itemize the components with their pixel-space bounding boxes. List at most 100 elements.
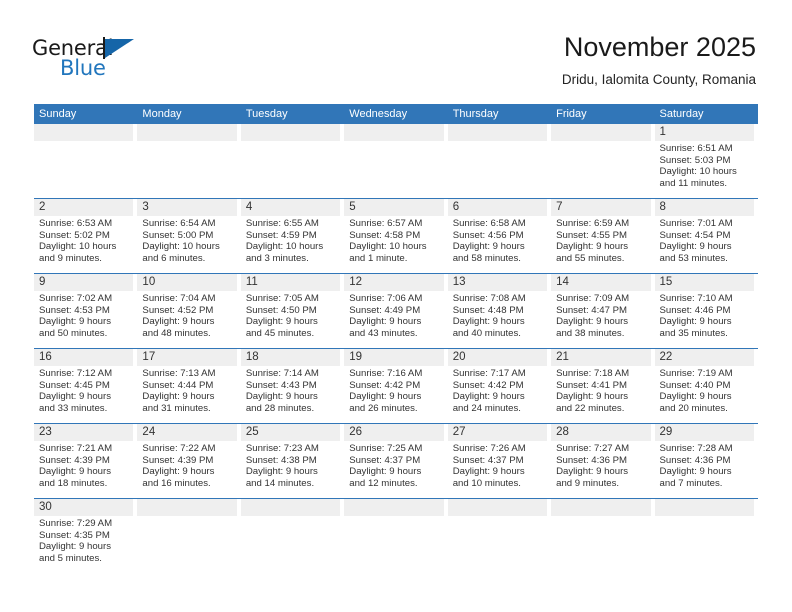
weekday-header-monday: Monday xyxy=(142,108,182,120)
sunrise-time: Sunrise: 7:16 AM xyxy=(349,368,423,379)
sunset-time: Sunset: 4:50 PM xyxy=(245,304,317,316)
day-number: 19 xyxy=(344,349,444,366)
day-number: 2 xyxy=(34,199,134,216)
daylight-duration-line1: Daylight: 9 hours xyxy=(142,316,215,328)
day-cell[interactable]: 28 Sunrise: 7:27 AM Sunset: 4:36 PM Dayligh… xyxy=(551,424,654,498)
day-details: Sunrise: 7:28 AM Sunset: 4:36 PM Daylight:… xyxy=(655,441,754,498)
day-number xyxy=(551,499,651,516)
day-number: 25 xyxy=(240,424,341,441)
day-cell[interactable]: 29 Sunrise: 7:28 AM Sunset: 4:36 PM Dayligh… xyxy=(654,424,758,498)
daylight-duration-line1: Daylight: 9 hours xyxy=(659,466,732,478)
day-cell[interactable]: 13 Sunrise: 7:08 AM Sunset: 4:48 PM Dayligh… xyxy=(447,274,551,348)
sunrise-time: Sunrise: 7:05 AM xyxy=(245,293,319,304)
day-cell[interactable]: 18 Sunrise: 7:14 AM Sunset: 4:43 PM Dayligh… xyxy=(240,349,344,423)
daylight-duration-line1: Daylight: 9 hours xyxy=(659,391,732,403)
day-cell[interactable]: 21 Sunrise: 7:18 AM Sunset: 4:41 PM Dayligh… xyxy=(551,349,654,423)
daylight-duration-line2: and 12 minutes. xyxy=(349,477,418,489)
daylight-duration-line1: Daylight: 10 hours xyxy=(349,241,427,253)
day-cell[interactable]: 4 Sunrise: 6:55 AM Sunset: 4:59 PM Daylight… xyxy=(240,199,344,273)
sunset-time: Sunset: 4:41 PM xyxy=(556,379,628,391)
day-cell[interactable]: 25 Sunrise: 7:23 AM Sunset: 4:38 PM Dayligh… xyxy=(240,424,344,498)
daylight-duration-line2: and 35 minutes. xyxy=(659,327,728,339)
sunrise-time: Sunrise: 7:06 AM xyxy=(349,293,423,304)
daylight-duration-line2: and 7 minutes. xyxy=(659,477,723,489)
daylight-duration-line2: and 9 minutes. xyxy=(39,252,102,264)
daylight-duration-line1: Daylight: 9 hours xyxy=(556,466,629,478)
day-cell[interactable]: 8 Sunrise: 7:01 AM Sunset: 4:54 PM Daylight… xyxy=(654,199,758,273)
day-details: Sunrise: 7:04 AM Sunset: 4:52 PM Daylight:… xyxy=(137,291,236,348)
day-cell[interactable]: 6 Sunrise: 6:58 AM Sunset: 4:56 PM Daylight… xyxy=(447,199,551,273)
sunset-time: Sunset: 4:37 PM xyxy=(452,454,524,466)
day-cell[interactable]: 10 Sunrise: 7:04 AM Sunset: 4:52 PM Dayligh… xyxy=(137,274,240,348)
day-cell[interactable]: 23 Sunrise: 7:21 AM Sunset: 4:39 PM Dayligh… xyxy=(34,424,137,498)
daylight-duration-line2: and 6 minutes. xyxy=(142,252,206,264)
day-cell[interactable]: 22 Sunrise: 7:19 AM Sunset: 4:40 PM Dayligh… xyxy=(654,349,758,423)
day-cell[interactable]: 3 Sunrise: 6:54 AM Sunset: 5:00 PM Daylight… xyxy=(137,199,240,273)
day-details: Sunrise: 7:27 AM Sunset: 4:36 PM Daylight:… xyxy=(551,441,650,498)
daylight-duration-line1: Daylight: 9 hours xyxy=(245,391,318,403)
sunset-time: Sunset: 4:49 PM xyxy=(349,304,421,316)
daylight-duration-line2: and 40 minutes. xyxy=(452,327,521,339)
sunrise-time: Sunrise: 6:59 AM xyxy=(556,218,630,229)
day-cell[interactable]: 12 Sunrise: 7:06 AM Sunset: 4:49 PM Dayligh… xyxy=(344,274,447,348)
daylight-duration-line1: Daylight: 10 hours xyxy=(245,241,324,253)
day-number: 29 xyxy=(654,424,754,441)
sunset-time: Sunset: 4:59 PM xyxy=(245,229,317,241)
day-details: Sunrise: 7:08 AM Sunset: 4:48 PM Daylight:… xyxy=(448,291,547,348)
day-cell[interactable]: 20 Sunrise: 7:17 AM Sunset: 4:42 PM Dayligh… xyxy=(447,349,551,423)
day-cell[interactable]: 19 Sunrise: 7:16 AM Sunset: 4:42 PM Dayligh… xyxy=(344,349,447,423)
day-number: 6 xyxy=(447,199,548,216)
daylight-duration-line1: Daylight: 9 hours xyxy=(39,391,111,403)
sunset-time: Sunset: 5:00 PM xyxy=(142,229,214,241)
day-number: 22 xyxy=(654,349,754,366)
daylight-duration-line1: Daylight: 10 hours xyxy=(142,241,220,253)
day-cell[interactable]: 24 Sunrise: 7:22 AM Sunset: 4:39 PM Dayligh… xyxy=(137,424,240,498)
day-details xyxy=(137,516,236,573)
day-details: Sunrise: 7:13 AM Sunset: 4:44 PM Daylight:… xyxy=(137,366,236,423)
daylight-duration-line1: Daylight: 9 hours xyxy=(556,391,629,403)
day-number: 13 xyxy=(447,274,548,291)
day-cell[interactable]: 27 Sunrise: 7:26 AM Sunset: 4:37 PM Dayligh… xyxy=(447,424,551,498)
day-cell[interactable]: 30 Sunrise: 7:29 AM Sunset: 4:35 PM Dayligh… xyxy=(34,499,137,573)
sunset-time: Sunset: 4:52 PM xyxy=(142,304,214,316)
day-number: 21 xyxy=(551,349,651,366)
daylight-duration-line2: and 16 minutes. xyxy=(142,477,211,489)
day-cell[interactable]: 17 Sunrise: 7:13 AM Sunset: 4:44 PM Dayligh… xyxy=(137,349,240,423)
day-details xyxy=(448,516,547,573)
daylight-duration-line2: and 50 minutes. xyxy=(39,327,108,339)
day-number: 24 xyxy=(137,424,237,441)
day-details xyxy=(344,516,443,573)
sunrise-time: Sunrise: 6:57 AM xyxy=(349,218,423,229)
day-cell[interactable]: 11 Sunrise: 7:05 AM Sunset: 4:50 PM Dayligh… xyxy=(240,274,344,348)
day-number: 5 xyxy=(344,199,444,216)
day-cell[interactable]: 5 Sunrise: 6:57 AM Sunset: 4:58 PM Daylight… xyxy=(344,199,447,273)
day-cell[interactable]: 14 Sunrise: 7:09 AM Sunset: 4:47 PM Dayligh… xyxy=(551,274,654,348)
sunrise-time: Sunrise: 6:58 AM xyxy=(452,218,526,229)
day-number: 11 xyxy=(240,274,341,291)
daylight-duration-line1: Daylight: 9 hours xyxy=(245,316,318,328)
daylight-duration-line2: and 45 minutes. xyxy=(245,327,315,339)
daylight-duration-line2: and 9 minutes. xyxy=(556,477,620,489)
day-number: 4 xyxy=(240,199,341,216)
day-cell[interactable]: 15 Sunrise: 7:10 AM Sunset: 4:46 PM Dayligh… xyxy=(654,274,758,348)
sunset-time: Sunset: 4:35 PM xyxy=(39,529,110,541)
daylight-duration-line2: and 11 minutes. xyxy=(659,177,728,189)
daylight-duration-line2: and 43 minutes. xyxy=(349,327,418,339)
day-details xyxy=(344,141,443,198)
day-details: Sunrise: 6:58 AM Sunset: 4:56 PM Daylight:… xyxy=(448,216,547,273)
day-cell[interactable]: 1 Sunrise: 6:51 AM Sunset: 5:03 PM Daylight… xyxy=(654,124,758,198)
day-cell[interactable]: 9 Sunrise: 7:02 AM Sunset: 4:53 PM Daylight… xyxy=(34,274,137,348)
day-cell[interactable]: 16 Sunrise: 7:12 AM Sunset: 4:45 PM Dayligh… xyxy=(34,349,137,423)
day-number xyxy=(137,499,237,516)
day-cell[interactable]: 7 Sunrise: 6:59 AM Sunset: 4:55 PM Daylight… xyxy=(551,199,654,273)
sunrise-time: Sunrise: 7:26 AM xyxy=(452,443,526,454)
day-details: Sunrise: 7:16 AM Sunset: 4:42 PM Daylight:… xyxy=(344,366,443,423)
day-cell[interactable]: 2 Sunrise: 6:53 AM Sunset: 5:02 PM Daylight… xyxy=(34,199,137,273)
sunset-time: Sunset: 4:42 PM xyxy=(452,379,524,391)
calendar-grid: Sunday Monday Tuesday Wednesday Thursday Frid… xyxy=(34,104,758,573)
sunrise-time: Sunrise: 7:13 AM xyxy=(142,368,216,379)
page-subtitle: Dridu, Ialomita County, Romania xyxy=(561,72,756,87)
day-cell[interactable]: 26 Sunrise: 7:25 AM Sunset: 4:37 PM Dayligh… xyxy=(344,424,447,498)
day-details: Sunrise: 7:29 AM Sunset: 4:35 PM Daylight:… xyxy=(34,516,133,573)
sunset-time: Sunset: 4:53 PM xyxy=(39,304,110,316)
